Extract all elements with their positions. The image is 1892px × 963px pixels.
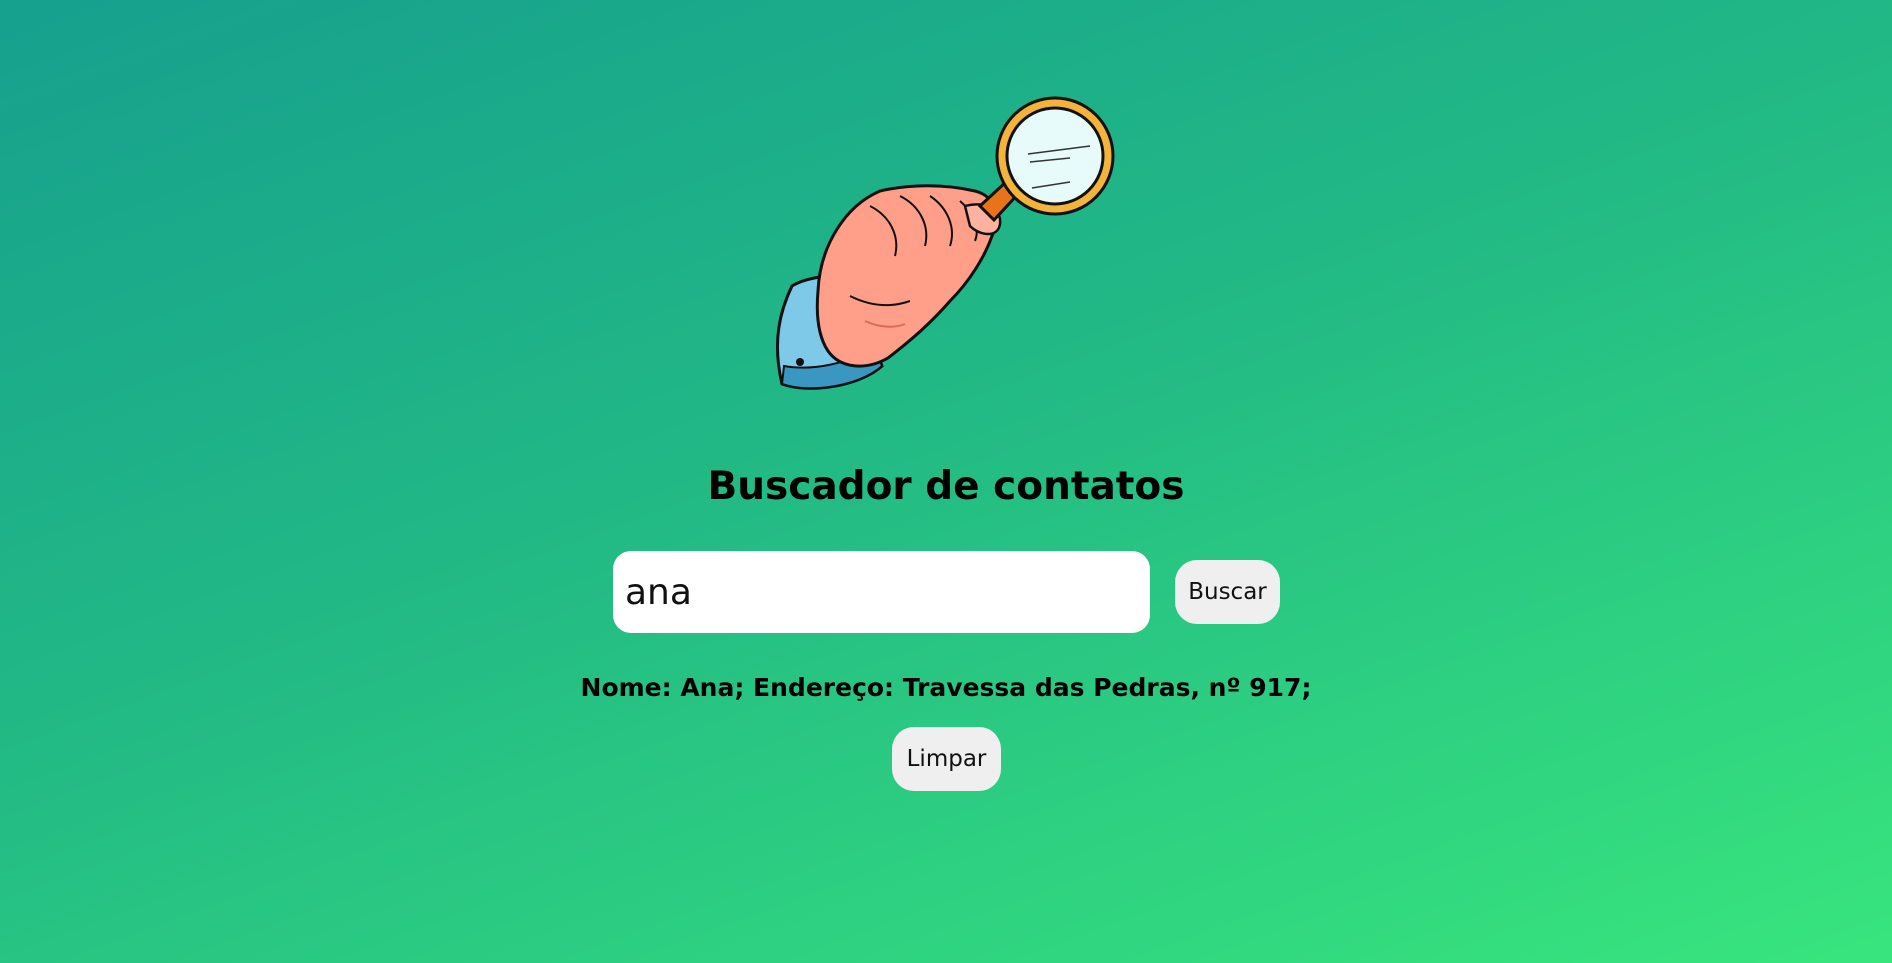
search-row: Buscar (613, 551, 1280, 633)
hand-magnifier-icon (770, 96, 1126, 396)
search-result: Nome: Ana; Endereço: Travessa das Pedras… (580, 673, 1312, 702)
page-title: Buscador de contatos (707, 464, 1185, 509)
search-button[interactable]: Buscar (1175, 560, 1280, 624)
search-input[interactable] (613, 551, 1150, 633)
clear-button[interactable]: Limpar (892, 727, 1001, 791)
